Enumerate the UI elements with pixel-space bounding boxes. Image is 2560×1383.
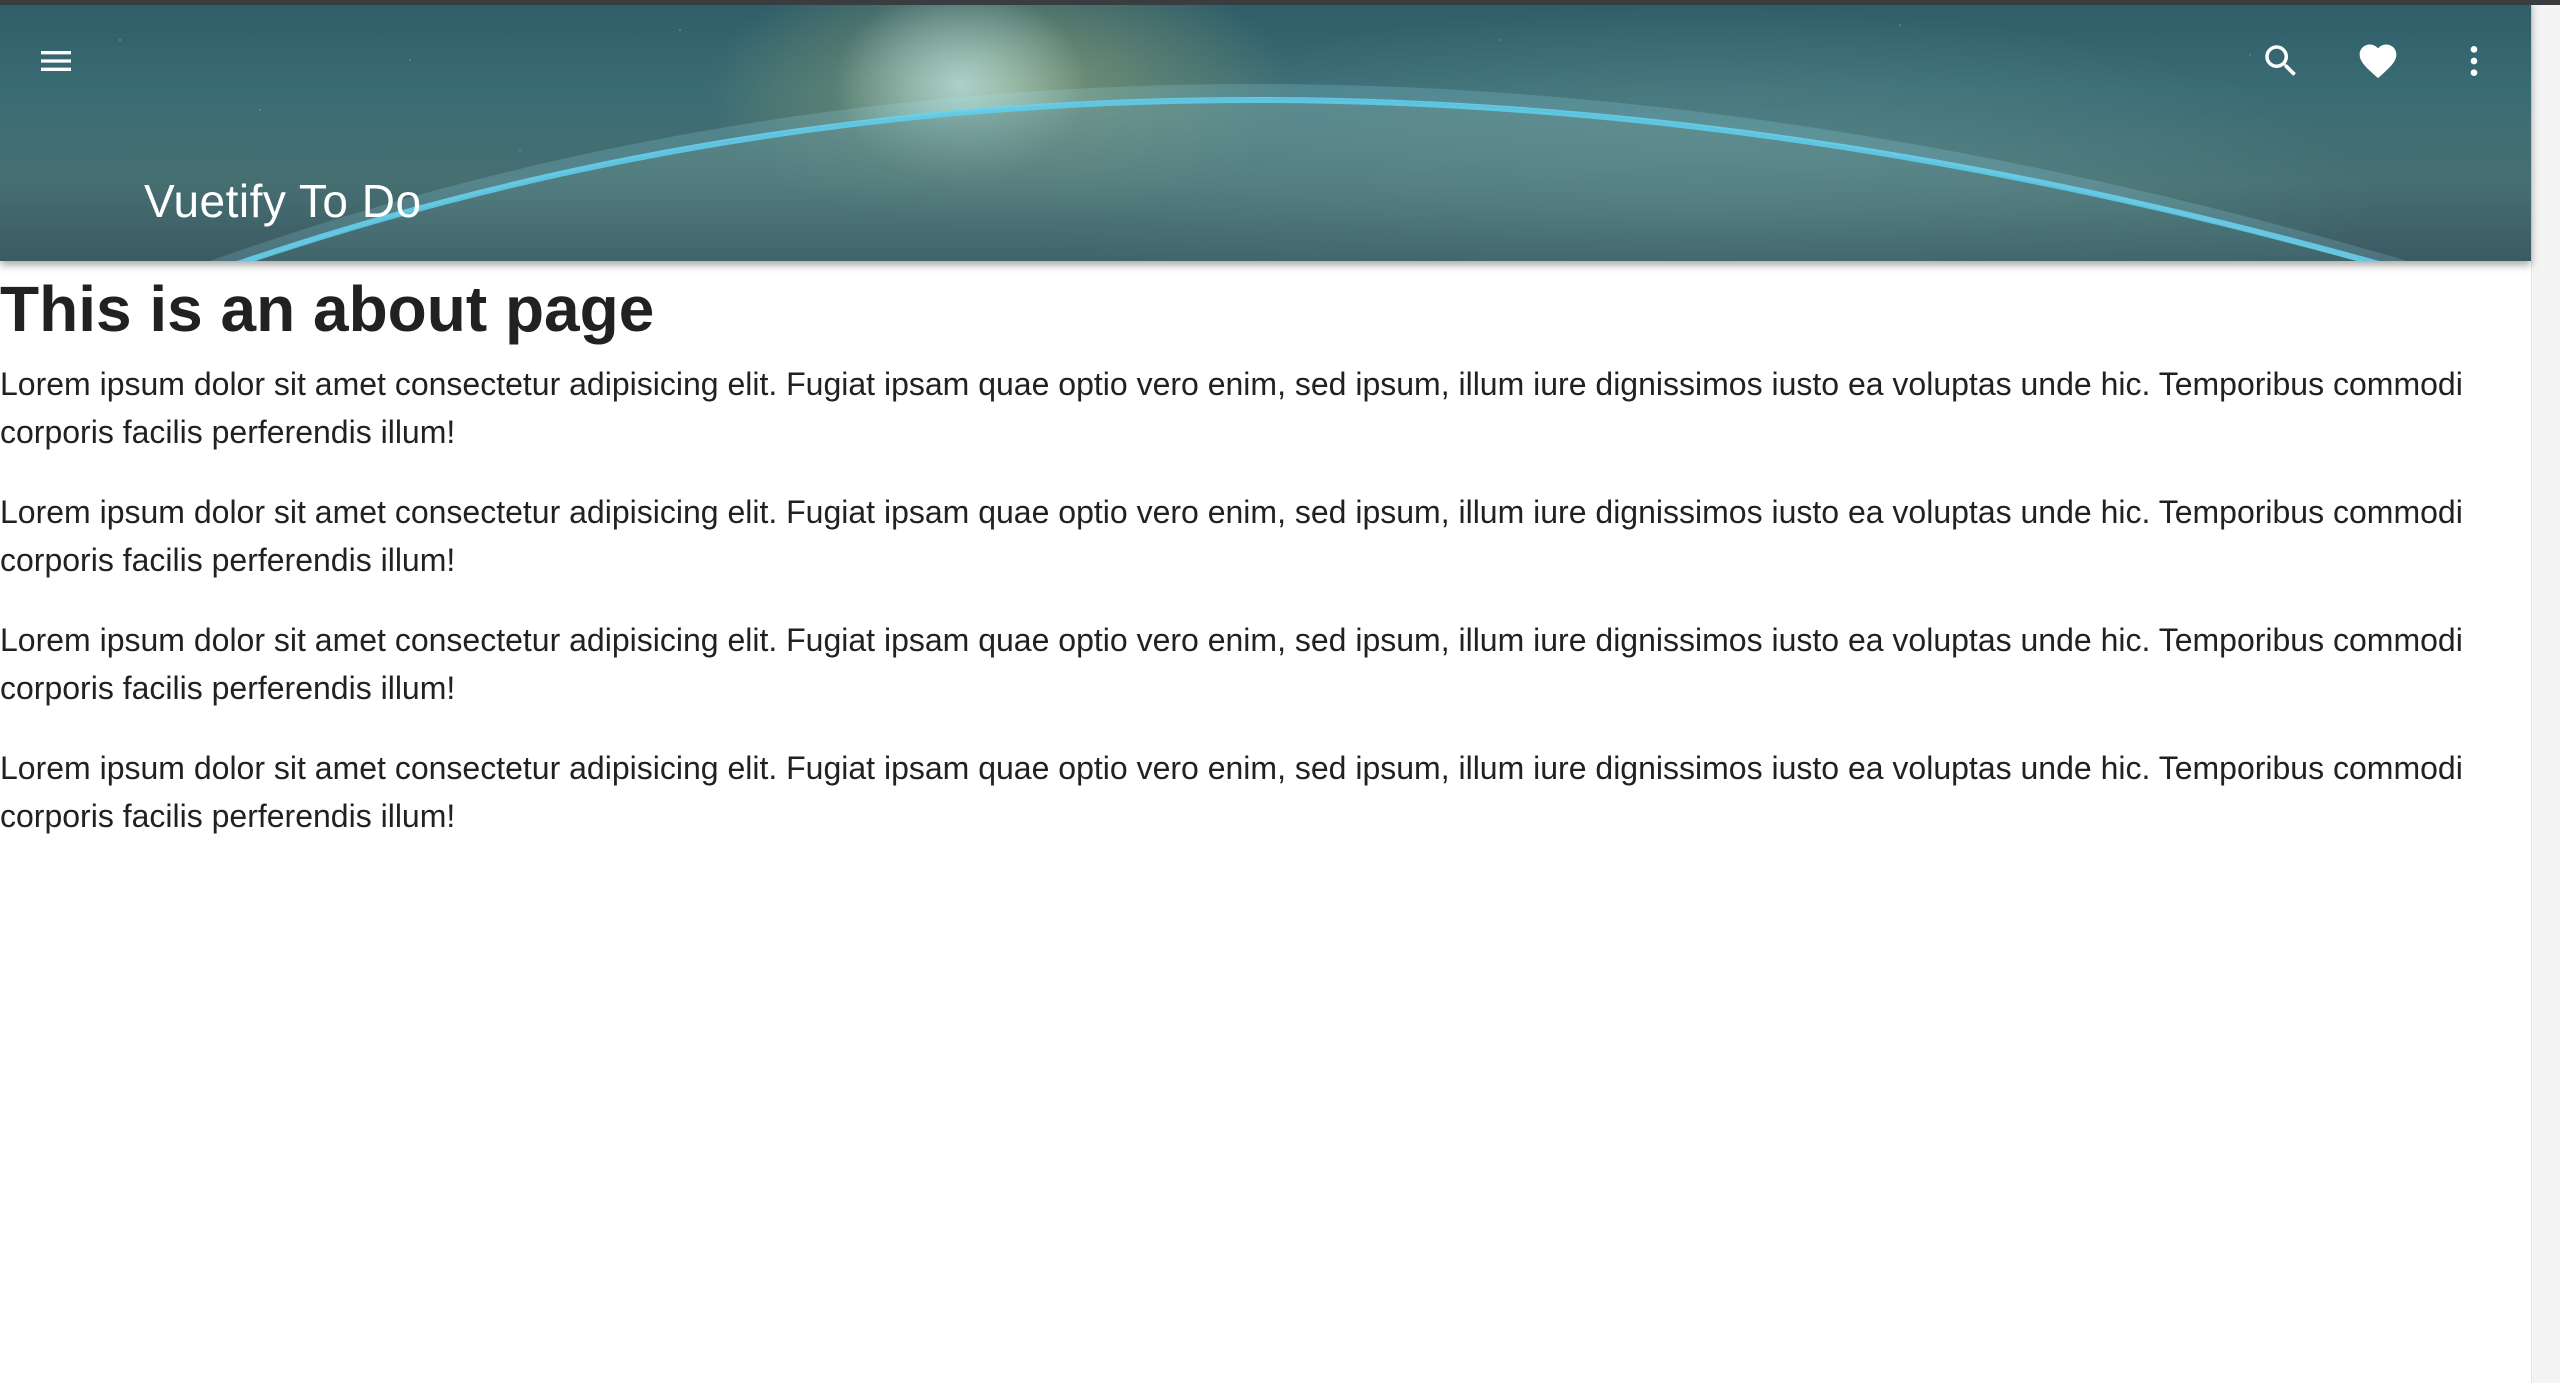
- search-button[interactable]: [2249, 29, 2313, 93]
- menu-button[interactable]: [24, 29, 88, 93]
- paragraph: Lorem ipsum dolor sit amet consectetur a…: [0, 494, 2463, 578]
- heart-icon: [2359, 44, 2397, 79]
- paragraph: Lorem ipsum dolor sit amet consectetur a…: [0, 366, 2463, 450]
- favorite-button[interactable]: [2346, 29, 2410, 93]
- main-content: This is an about page Lorem ipsum dolor …: [0, 270, 2500, 872]
- window-top-strip: [0, 0, 2560, 5]
- menu-icon: [41, 51, 71, 71]
- vertical-scrollbar[interactable]: [2531, 0, 2560, 1383]
- app-bar: Vuetify To Do: [0, 0, 2531, 261]
- paragraph: Lorem ipsum dolor sit amet consectetur a…: [0, 750, 2463, 834]
- more-options-button[interactable]: [2442, 29, 2506, 93]
- search-icon: [2265, 45, 2296, 76]
- paragraph: Lorem ipsum dolor sit amet consectetur a…: [0, 622, 2463, 706]
- more-vert-icon: [2470, 46, 2478, 76]
- app-title: Vuetify To Do: [144, 175, 422, 227]
- page-title: This is an about page: [0, 273, 655, 345]
